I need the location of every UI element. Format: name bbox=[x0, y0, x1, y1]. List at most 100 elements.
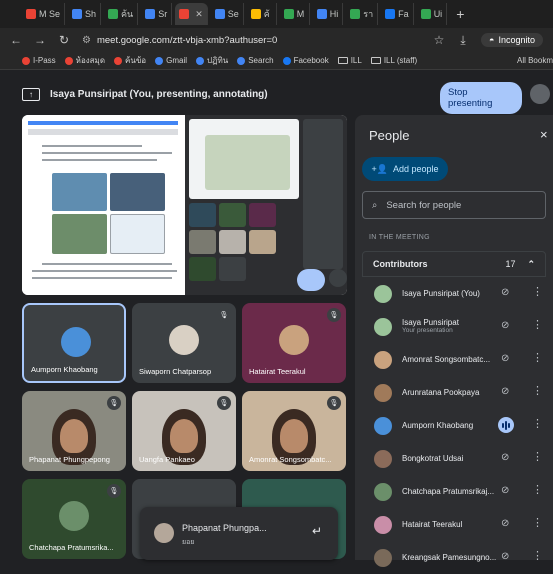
close-icon[interactable]: × bbox=[540, 127, 548, 142]
star-icon[interactable]: ☆ bbox=[433, 33, 445, 47]
people-list-item[interactable]: Aumporn Khaobang ⋮ bbox=[362, 409, 546, 442]
browser-tab[interactable]: Ui bbox=[417, 3, 448, 25]
participant-avatar bbox=[169, 325, 199, 355]
people-list-item[interactable]: Arunratana Pookpaya ⊘ ⋮ bbox=[362, 376, 546, 409]
browser-tab[interactable]: Sr bbox=[141, 3, 173, 25]
more-options-icon[interactable]: ⋮ bbox=[532, 483, 543, 496]
participant-face bbox=[280, 419, 308, 453]
account-avatar[interactable] bbox=[530, 84, 550, 104]
tab-favicon-icon bbox=[179, 9, 190, 19]
people-list-item[interactable]: Bongkotrat Udsai ⊘ ⋮ bbox=[362, 442, 546, 475]
url-field[interactable]: ⚙ meet.google.com/ztt-vbja-xmb?authuser=… bbox=[82, 31, 421, 49]
muted-mic-icon[interactable]: ⊘ bbox=[501, 551, 509, 562]
participant-avatar bbox=[59, 501, 89, 531]
forward-icon[interactable]: → bbox=[34, 33, 46, 47]
bookmark-item[interactable]: ค้นข้อ bbox=[114, 54, 146, 67]
more-options-icon[interactable]: ⋮ bbox=[532, 549, 543, 562]
add-people-label: Add people bbox=[392, 164, 439, 174]
browser-tab[interactable]: ค้ bbox=[247, 3, 277, 25]
contributors-header[interactable]: Contributors 17 ⌃ bbox=[362, 251, 546, 277]
participant-tile[interactable]: Aumporn Khaobang bbox=[22, 303, 126, 383]
tab-label: Hi bbox=[329, 9, 339, 19]
participant-popup[interactable]: Phapanat Phungpa... ยอย ↵ bbox=[140, 507, 338, 560]
people-list-item[interactable]: Isaya Punsiripat (You) ⊘ ⋮ bbox=[362, 277, 546, 310]
download-icon[interactable]: ⤓ bbox=[457, 33, 469, 48]
more-options-icon[interactable]: ⋮ bbox=[532, 285, 543, 298]
person-name-block: Kreangsak Pamesungno... bbox=[402, 553, 498, 563]
reload-icon[interactable]: ↻ bbox=[58, 33, 70, 47]
browser-tab[interactable]: รา bbox=[346, 3, 379, 25]
bookmark-item[interactable]: ปฏิทิน bbox=[196, 54, 228, 67]
person-avatar bbox=[374, 449, 392, 468]
tab-close-icon[interactable]: ✕ bbox=[195, 9, 203, 20]
bookmark-item[interactable]: ILL (staff) bbox=[370, 56, 417, 65]
more-options-icon[interactable]: ⋮ bbox=[532, 450, 543, 463]
people-list-item[interactable]: Hatairat Teerakul ⊘ ⋮ bbox=[362, 508, 546, 541]
muted-mic-icon[interactable]: ⊘ bbox=[501, 485, 509, 496]
bookmark-item[interactable]: I-Pass bbox=[22, 56, 56, 65]
bookmark-favicon-icon bbox=[282, 56, 291, 65]
more-options-icon[interactable]: ⋮ bbox=[532, 384, 543, 397]
return-icon[interactable]: ↵ bbox=[312, 524, 322, 538]
more-options-icon[interactable]: ⋮ bbox=[532, 351, 543, 364]
bookmark-item[interactable]: Facebook bbox=[282, 56, 329, 65]
tab-favicon-icon bbox=[283, 9, 294, 19]
person-name: Arunratana Pookpaya bbox=[402, 387, 480, 397]
bookmark-label: I-Pass bbox=[33, 56, 56, 65]
browser-tab[interactable]: Sh bbox=[68, 3, 102, 25]
tab-label: Sr bbox=[158, 9, 168, 19]
participant-name: Phapanat Phungpepong bbox=[29, 455, 110, 464]
muted-mic-icon[interactable]: ⊘ bbox=[501, 287, 509, 298]
all-bookmarks[interactable]: All Bookm bbox=[517, 56, 553, 65]
people-list-item[interactable]: Kreangsak Pamesungno... ⊘ ⋮ bbox=[362, 541, 546, 574]
tab-favicon-icon bbox=[108, 9, 119, 19]
participant-tile[interactable]: 🎙 Siwaporn Chatparsop bbox=[132, 303, 236, 383]
back-icon[interactable]: ← bbox=[10, 33, 22, 47]
participant-tile[interactable]: 🎙 Uangfa Pankaeo bbox=[132, 391, 236, 471]
more-options-icon[interactable]: ⋮ bbox=[532, 318, 543, 331]
people-list-item[interactable]: Amonrat Songsombatc... ⊘ ⋮ bbox=[362, 343, 546, 376]
browser-tab[interactable]: ✕ bbox=[175, 3, 208, 25]
browser-tab[interactable]: M bbox=[280, 3, 310, 25]
person-name-block: Aumporn Khaobang bbox=[402, 421, 498, 431]
site-info-icon[interactable]: ⚙ bbox=[82, 35, 91, 46]
browser-tab[interactable]: Fa bbox=[381, 3, 414, 25]
tab-favicon-icon bbox=[26, 9, 36, 19]
stop-presenting-button[interactable]: Stop presenting bbox=[440, 82, 522, 114]
tab-favicon-icon bbox=[350, 9, 361, 19]
bookmark-item[interactable]: ห้องสมุด bbox=[64, 54, 105, 67]
search-placeholder: Search for people bbox=[386, 199, 462, 211]
more-options-icon[interactable]: ⋮ bbox=[532, 417, 543, 430]
browser-tab[interactable]: M Se bbox=[22, 3, 66, 25]
muted-mic-icon[interactable]: ⊘ bbox=[501, 518, 509, 529]
bookmark-favicon-icon bbox=[114, 56, 123, 65]
people-list-item[interactable]: Chatchapa Pratumsrikaj... ⊘ ⋮ bbox=[362, 475, 546, 508]
add-people-button[interactable]: +👤 Add people bbox=[362, 157, 448, 181]
annotate-icon[interactable] bbox=[297, 269, 325, 291]
incognito-badge[interactable]: ◓ Incognito bbox=[481, 33, 543, 47]
participant-tile[interactable]: 🎙 Amonrat Songsombatc... bbox=[242, 391, 346, 471]
participant-tile[interactable]: 🎙 Hatairat Teerakul bbox=[242, 303, 346, 383]
expand-icon[interactable] bbox=[329, 269, 347, 287]
muted-mic-icon[interactable]: ⊘ bbox=[501, 353, 509, 364]
muted-mic-icon[interactable]: ⊘ bbox=[501, 452, 509, 463]
people-search-input[interactable]: ⌕ Search for people bbox=[362, 191, 546, 219]
browser-tab[interactable]: ค้น bbox=[104, 3, 139, 25]
participant-avatar bbox=[279, 325, 309, 355]
person-name-block: Chatchapa Pratumsrikaj... bbox=[402, 487, 498, 497]
people-list-item[interactable]: Isaya Punsiripat Your presentation ⊘ ⋮ bbox=[362, 310, 546, 343]
participant-tile[interactable]: 🎙 Chatchapa Pratumsrika... bbox=[22, 479, 126, 559]
presenting-text: Isaya Punsiripat (You, presenting, annot… bbox=[50, 89, 268, 100]
browser-tab-bar: M Se Sh ค้น Sr ✕ Se ค้ M Hi รา Fa Ui + bbox=[0, 0, 553, 28]
bookmark-item[interactable]: ILL bbox=[337, 56, 362, 65]
browser-tab[interactable]: Se bbox=[211, 3, 244, 25]
new-tab-button[interactable]: + bbox=[456, 6, 464, 22]
more-options-icon[interactable]: ⋮ bbox=[532, 516, 543, 529]
muted-mic-icon[interactable]: ⊘ bbox=[501, 386, 509, 397]
participant-tile[interactable]: 🎙 Phapanat Phungpepong bbox=[22, 391, 126, 471]
bookmark-item[interactable]: Gmail bbox=[155, 56, 187, 65]
browser-tab[interactable]: Hi bbox=[313, 3, 344, 25]
bookmark-item[interactable]: Search bbox=[237, 56, 274, 65]
bookmark-label: Gmail bbox=[166, 56, 187, 65]
muted-mic-icon[interactable]: ⊘ bbox=[501, 320, 509, 331]
